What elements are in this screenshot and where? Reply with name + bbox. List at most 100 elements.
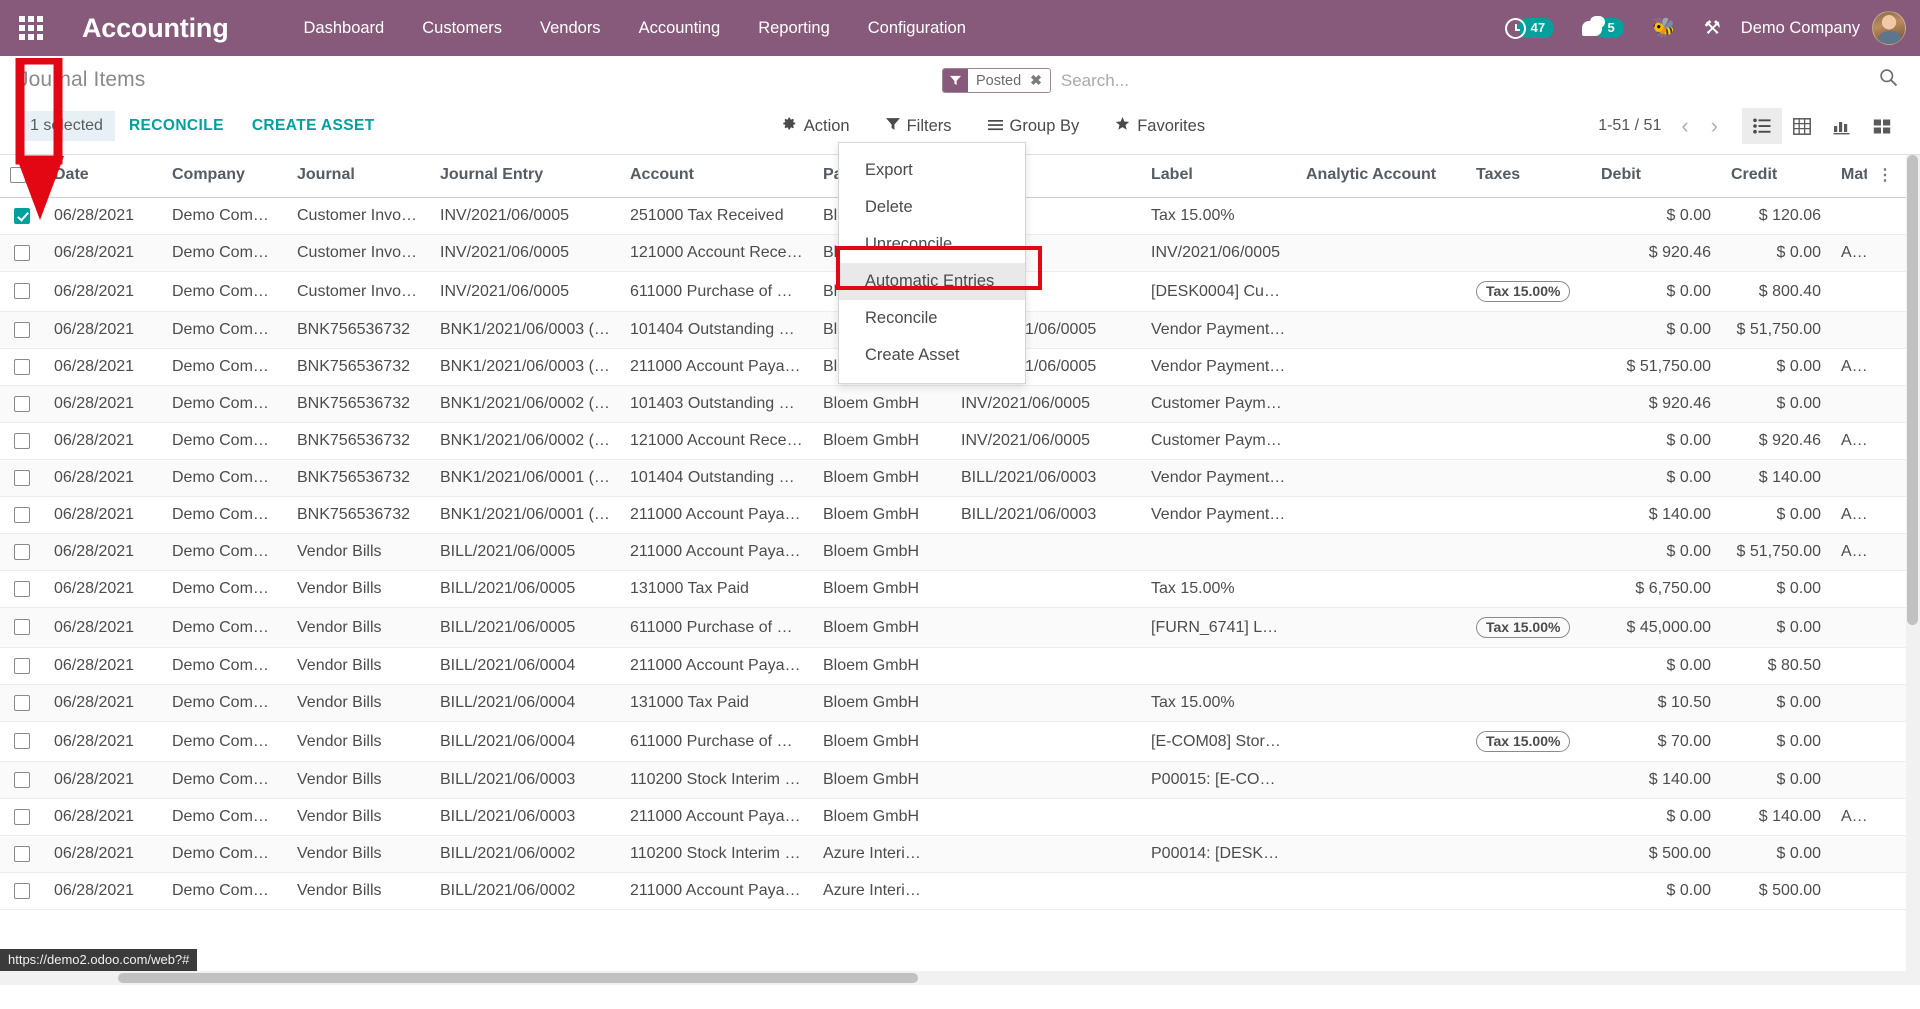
table-row[interactable]: 06/28/2021 Demo Compa… Vendor Bills BILL/20… bbox=[0, 835, 1920, 873]
table-row[interactable]: 06/28/2021 Demo Compa… Vendor Bills BILL/20… bbox=[0, 872, 1920, 910]
graph-view-button[interactable] bbox=[1822, 108, 1862, 144]
row-select-cell[interactable] bbox=[0, 271, 44, 312]
action-dropdown-toggle[interactable]: Action bbox=[764, 110, 868, 142]
debug-bug-button[interactable]: 🐝 bbox=[1638, 0, 1690, 56]
column-header-label[interactable]: Label bbox=[1141, 155, 1296, 198]
avatar[interactable] bbox=[1872, 11, 1906, 45]
column-header-account[interactable]: Account bbox=[620, 155, 813, 198]
table-row[interactable]: 06/28/2021 Demo Compa… BNK756536732 BNK1/20… bbox=[0, 496, 1920, 534]
create-asset-button[interactable]: CREATE ASSET bbox=[238, 111, 389, 141]
table-row[interactable]: 06/28/2021 Demo Compa… Vendor Bills BILL/20… bbox=[0, 761, 1920, 799]
table-row[interactable]: 06/28/2021 Demo Compa… BNK756536732 BNK1/20… bbox=[0, 385, 1920, 423]
chevron-right-icon[interactable]: › bbox=[1701, 115, 1728, 137]
user-menu-button[interactable]: Demo Company bbox=[1735, 0, 1906, 56]
row-select-cell[interactable] bbox=[0, 311, 44, 349]
row-checkbox[interactable] bbox=[14, 694, 30, 711]
action-item-reconcile[interactable]: Reconcile bbox=[839, 300, 1025, 337]
row-select-cell[interactable] bbox=[0, 234, 44, 272]
magnifier-icon[interactable] bbox=[1875, 68, 1902, 93]
row-select-cell[interactable] bbox=[0, 607, 44, 648]
row-select-cell[interactable] bbox=[0, 197, 44, 235]
select-all-checkbox[interactable] bbox=[10, 166, 26, 183]
row-checkbox[interactable] bbox=[14, 432, 30, 449]
column-header-date[interactable]: Date bbox=[44, 155, 162, 198]
row-checkbox[interactable] bbox=[14, 469, 30, 486]
table-row[interactable]: 06/28/2021 Demo Compa… BNK756536732 BNK1/20… bbox=[0, 459, 1920, 497]
vertical-scrollbar-thumb[interactable] bbox=[1907, 155, 1918, 625]
action-item-delete[interactable]: Delete bbox=[839, 189, 1025, 226]
messaging-menu-button[interactable]: 5 bbox=[1568, 0, 1638, 56]
row-checkbox[interactable] bbox=[14, 358, 30, 375]
breadcrumb[interactable]: Journal Items bbox=[18, 68, 145, 92]
column-header-credit[interactable]: Credit bbox=[1721, 155, 1831, 198]
column-header-analytic-account[interactable]: Analytic Account bbox=[1296, 155, 1466, 198]
chevron-left-icon[interactable]: ‹ bbox=[1671, 115, 1698, 137]
row-select-cell[interactable] bbox=[0, 496, 44, 534]
row-checkbox[interactable] bbox=[14, 657, 30, 674]
column-header-taxes[interactable]: Taxes bbox=[1466, 155, 1591, 198]
row-checkbox[interactable] bbox=[14, 543, 30, 560]
apps-menu-button[interactable] bbox=[0, 0, 62, 56]
app-brand-title[interactable]: Accounting bbox=[82, 13, 229, 44]
column-header-debit[interactable]: Debit bbox=[1591, 155, 1721, 198]
table-row[interactable]: 06/28/2021 Demo Compa… Vendor Bills BILL/20… bbox=[0, 647, 1920, 685]
row-checkbox[interactable] bbox=[14, 207, 30, 224]
action-item-export[interactable]: Export bbox=[839, 152, 1025, 189]
table-row[interactable]: 06/28/2021 Demo Compa… Vendor Bills BILL/20… bbox=[0, 721, 1920, 762]
action-item-create-asset[interactable]: Create Asset bbox=[839, 337, 1025, 374]
search-input[interactable] bbox=[1050, 70, 1875, 91]
developer-tools-button[interactable]: ⚒ bbox=[1690, 0, 1735, 56]
column-header-journal[interactable]: Journal bbox=[287, 155, 430, 198]
menu-item-reporting[interactable]: Reporting bbox=[739, 2, 849, 55]
row-select-cell[interactable] bbox=[0, 385, 44, 423]
menu-item-configuration[interactable]: Configuration bbox=[849, 2, 985, 55]
pager-value[interactable]: 1-51 / 51 bbox=[1598, 117, 1669, 135]
row-checkbox[interactable] bbox=[14, 882, 30, 899]
search-facet-posted[interactable]: Posted ✖ bbox=[942, 68, 1051, 93]
row-checkbox[interactable] bbox=[14, 733, 30, 750]
row-select-cell[interactable] bbox=[0, 721, 44, 762]
menu-item-accounting[interactable]: Accounting bbox=[620, 2, 740, 55]
menu-item-customers[interactable]: Customers bbox=[403, 2, 521, 55]
row-checkbox[interactable] bbox=[14, 808, 30, 825]
menu-item-dashboard[interactable]: Dashboard bbox=[285, 2, 404, 55]
menu-item-vendors[interactable]: Vendors bbox=[521, 2, 620, 55]
row-select-cell[interactable] bbox=[0, 761, 44, 799]
table-row[interactable]: 06/28/2021 Demo Compa… Vendor Bills BILL/20… bbox=[0, 798, 1920, 836]
vertical-scrollbar[interactable] bbox=[1906, 155, 1920, 985]
column-header-journal-entry[interactable]: Journal Entry bbox=[430, 155, 620, 198]
table-row[interactable]: 06/28/2021 Demo Compa… Vendor Bills BILL/20… bbox=[0, 570, 1920, 608]
table-row[interactable]: 06/28/2021 Demo Compa… Vendor Bills BILL/20… bbox=[0, 533, 1920, 571]
row-checkbox[interactable] bbox=[14, 619, 30, 636]
kanban-view-button[interactable] bbox=[1862, 108, 1902, 144]
horizontal-scrollbar-thumb[interactable] bbox=[118, 973, 918, 983]
table-row[interactable]: 06/28/2021 Demo Compa… BNK756536732 BNK1/20… bbox=[0, 422, 1920, 460]
row-select-cell[interactable] bbox=[0, 570, 44, 608]
filters-dropdown-toggle[interactable]: Filters bbox=[868, 111, 970, 142]
favorites-dropdown-toggle[interactable]: Favorites bbox=[1097, 110, 1223, 142]
row-select-cell[interactable] bbox=[0, 459, 44, 497]
row-checkbox[interactable] bbox=[14, 395, 30, 412]
pivot-view-button[interactable] bbox=[1782, 108, 1822, 144]
row-checkbox[interactable] bbox=[14, 580, 30, 597]
row-checkbox[interactable] bbox=[14, 506, 30, 523]
row-select-cell[interactable] bbox=[0, 533, 44, 571]
row-checkbox[interactable] bbox=[14, 244, 30, 261]
row-select-cell[interactable] bbox=[0, 647, 44, 685]
row-select-cell[interactable] bbox=[0, 348, 44, 386]
row-select-cell[interactable] bbox=[0, 835, 44, 873]
table-row[interactable]: 06/28/2021 Demo Compa… Vendor Bills BILL/20… bbox=[0, 684, 1920, 722]
action-item-automatic-entries[interactable]: Automatic Entries bbox=[839, 263, 1025, 300]
column-header-matching[interactable]: Matching # bbox=[1831, 155, 1867, 198]
row-select-cell[interactable] bbox=[0, 422, 44, 460]
row-checkbox[interactable] bbox=[14, 771, 30, 788]
groupby-dropdown-toggle[interactable]: Group By bbox=[970, 111, 1098, 142]
close-x-icon[interactable]: ✖ bbox=[1027, 69, 1050, 92]
list-view-button[interactable] bbox=[1742, 108, 1782, 144]
row-select-cell[interactable] bbox=[0, 872, 44, 910]
table-row[interactable]: 06/28/2021 Demo Compa… Vendor Bills BILL/20… bbox=[0, 607, 1920, 648]
row-checkbox[interactable] bbox=[14, 321, 30, 338]
row-select-cell[interactable] bbox=[0, 684, 44, 722]
activity-menu-button[interactable]: 47 bbox=[1491, 0, 1568, 56]
row-checkbox[interactable] bbox=[14, 283, 30, 300]
